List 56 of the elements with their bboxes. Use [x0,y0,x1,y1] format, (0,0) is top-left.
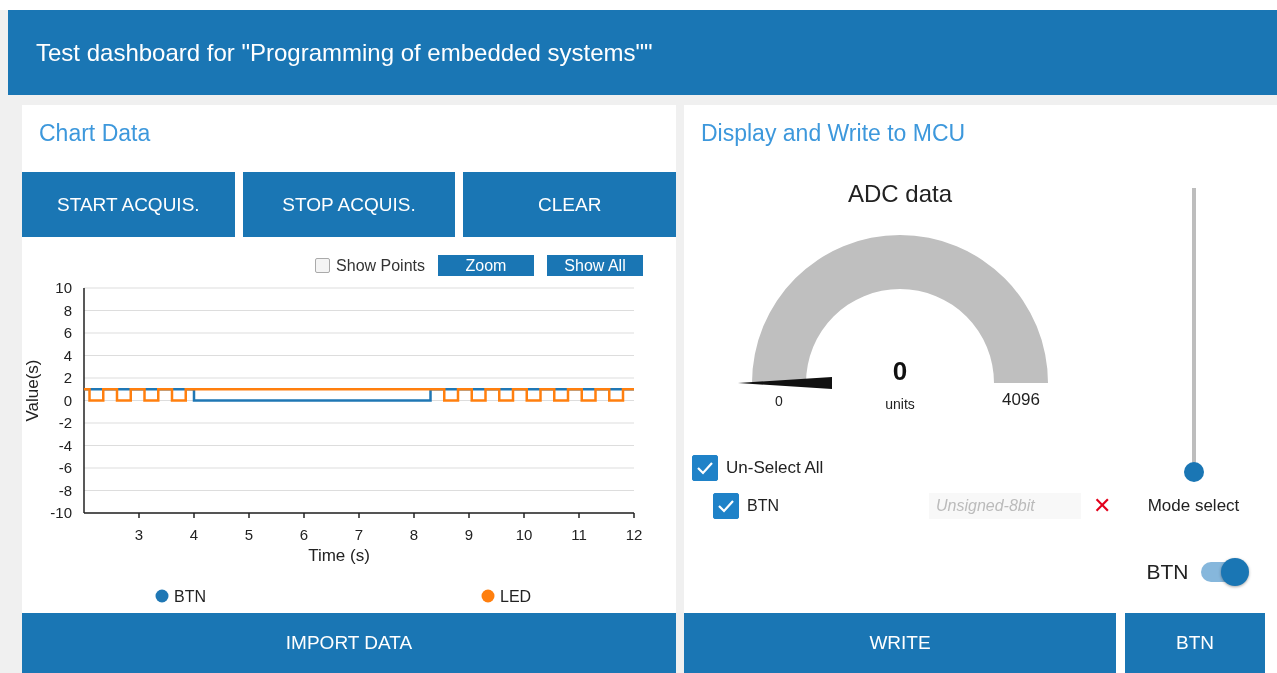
y-tick-label: 0 [63,391,72,409]
toggle-label: BTN [1146,560,1189,584]
y-tick-label: 2 [63,369,72,386]
y-tick-label: -4 [58,436,72,454]
x-tick-label: 7 [354,526,364,543]
legend-label: LED [500,588,532,605]
y-tick-label: -10 [50,504,72,521]
x-tick-label: 4 [189,526,199,543]
gauge-unit: units [885,396,915,412]
y-tick-label: -2 [58,414,72,431]
check-icon [716,498,736,514]
x-tick-label: 3 [134,526,144,543]
channel-checkbox[interactable] [713,493,739,519]
y-axis-title: Value(s) [23,359,42,422]
btn-button[interactable]: BTN [1125,613,1265,673]
show-points-checkbox[interactable] [315,258,331,273]
panel-title: Display and Write to MCU [700,119,967,148]
x-tick-label: 12 [625,526,643,543]
y-tick-label: 8 [63,301,72,319]
remove-button[interactable]: ✕ [1093,493,1111,519]
select-all-label: Un-Select All [726,458,824,478]
import-data-button[interactable]: IMPORT DATA [22,613,676,673]
panel-title: Chart Data [38,119,152,148]
y-tick-label: 6 [63,324,72,341]
x-tick-label: 11 [571,526,587,543]
gauge-value: 0 [892,356,908,386]
select-all-checkbox[interactable] [692,455,718,481]
legend-dot [155,589,169,603]
y-tick-label: 10 [55,279,72,296]
x-tick-label: 9 [464,526,474,543]
x-tick-label: 5 [244,526,254,543]
channel-label: BTN [747,497,780,515]
legend-label: BTN [174,588,206,605]
zoom-button[interactable]: Zoom [438,255,534,276]
y-tick-label: 4 [63,346,72,364]
check-icon [695,460,715,476]
legend-dot [481,589,495,603]
y-tick-label: -6 [58,459,72,476]
gauge-title: ADC data [846,180,954,208]
gauge-min: 0 [775,393,783,409]
write-button[interactable]: WRITE [684,613,1116,673]
action-button[interactable]: CLEAR [463,172,676,237]
action-button[interactable]: START ACQUIS. [22,172,235,237]
show-points-label: Show Points [336,256,425,275]
y-tick-label: -8 [58,481,72,499]
format-input-field[interactable]: Unsigned-8bit [929,493,1081,519]
x-axis-title: Time (s) [308,546,370,565]
show-all-button[interactable]: Show All [547,255,643,276]
dashboard-title: Test dashboard for "Programming of embedded systems"" [36,38,653,67]
gauge-max: 4096 [1002,390,1040,409]
mode-select-label: Mode select [1147,496,1240,516]
action-button[interactable]: STOP ACQUIS. [242,172,456,237]
x-tick-label: 6 [299,526,309,543]
slider-thumb[interactable] [1183,462,1204,482]
x-tick-label: 8 [409,526,419,543]
x-tick-label: 10 [515,526,533,543]
